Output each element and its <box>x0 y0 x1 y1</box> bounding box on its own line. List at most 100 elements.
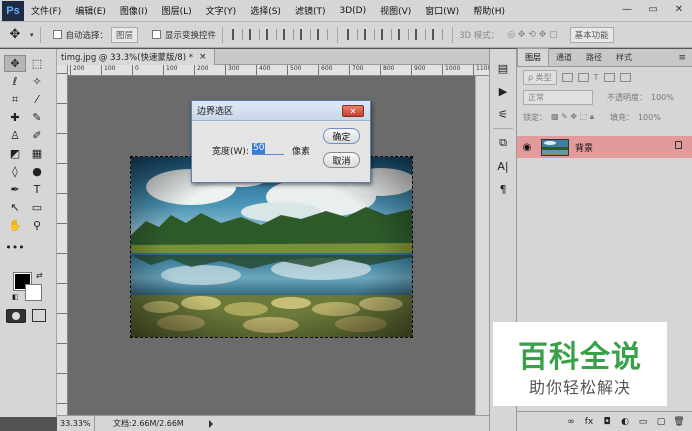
type-tool-icon[interactable]: T <box>26 181 48 198</box>
tab-channels[interactable]: 通道 <box>549 49 579 66</box>
distribute-hcenter-icon[interactable] <box>415 29 427 40</box>
zoom-tool-icon[interactable]: ⚲ <box>26 217 48 234</box>
panel-menu-icon[interactable]: ≡ <box>678 53 686 63</box>
clone-stamp-tool-icon[interactable]: ♙ <box>4 127 26 144</box>
kind-filter-dropdown[interactable]: ρ 类型 <box>523 69 557 85</box>
paragraph-panel-icon[interactable]: ¶ <box>493 180 513 198</box>
tab-paths[interactable]: 路径 <box>579 49 609 66</box>
preset-dropdown-icon[interactable]: ▾ <box>30 31 34 39</box>
filter-type-icon[interactable]: T <box>594 73 599 82</box>
zoom-level-field[interactable]: 33.33% <box>57 415 95 431</box>
eyedropper-tool-icon[interactable]: ⁄ <box>26 91 48 108</box>
tab-layers[interactable]: 图层 <box>517 48 549 66</box>
checkbox-box[interactable] <box>52 30 62 39</box>
crop-tool-icon[interactable]: ⌗ <box>4 91 26 108</box>
move-tool-preset-icon[interactable]: ✥ <box>0 27 30 42</box>
distribute-right-icon[interactable] <box>432 29 444 40</box>
auto-select-checkbox[interactable]: 自动选择： <box>52 29 108 41</box>
cancel-button[interactable]: 取消 <box>323 152 360 168</box>
menu-select[interactable]: 选择(S) <box>243 4 288 17</box>
history-icon[interactable]: ▤ <box>493 59 513 77</box>
quick-mask-icon[interactable] <box>6 309 26 323</box>
menu-edit[interactable]: 编辑(E) <box>68 4 113 17</box>
actions-play-icon[interactable]: ▶ <box>493 82 513 100</box>
menu-window[interactable]: 窗口(W) <box>418 4 466 17</box>
rectangular-marquee-tool-icon[interactable]: ⬚ <box>26 55 48 72</box>
eye-icon[interactable]: ◉ <box>517 142 537 153</box>
align-left-icon[interactable] <box>283 29 295 40</box>
opacity-value[interactable]: 100% <box>651 93 674 102</box>
more-tools-icon[interactable]: ••• <box>4 239 26 256</box>
filter-adjustment-icon[interactable] <box>577 72 589 82</box>
tab-styles[interactable]: 样式 <box>609 49 639 66</box>
align-top-icon[interactable] <box>232 29 244 40</box>
distribute-bottom-icon[interactable] <box>381 29 393 40</box>
menu-file[interactable]: 文件(F) <box>24 4 68 17</box>
3d-tools-icon[interactable]: ◎ ✥ ⟲ ✥ ▢ <box>507 30 557 40</box>
screen-mode-icon[interactable] <box>32 309 46 322</box>
eraser-tool-icon[interactable]: ◩ <box>4 145 26 162</box>
close-window-button[interactable]: ✕ <box>666 0 692 18</box>
path-selection-tool-icon[interactable]: ↖ <box>4 199 26 216</box>
swap-colors-icon[interactable]: ⇄ <box>36 271 43 280</box>
checkbox-box[interactable] <box>152 30 162 39</box>
menu-image[interactable]: 图像(I) <box>113 4 155 17</box>
brush-settings-icon[interactable]: ⚟ <box>493 105 513 123</box>
vertical-scrollbar[interactable] <box>475 76 489 415</box>
blur-tool-icon[interactable]: ◊ <box>4 163 26 180</box>
gradient-tool-icon[interactable]: ▦ <box>26 145 48 162</box>
distribute-left-icon[interactable] <box>398 29 410 40</box>
character-panel-icon[interactable]: A| <box>493 157 513 175</box>
group-icon[interactable]: ▭ <box>638 417 648 427</box>
close-tab-icon[interactable]: × <box>199 52 207 62</box>
align-right-icon[interactable] <box>317 29 329 40</box>
menu-type[interactable]: 文字(Y) <box>199 4 244 17</box>
menu-filter[interactable]: 滤镜(T) <box>288 4 333 17</box>
pen-tool-icon[interactable]: ✒ <box>4 181 26 198</box>
healing-brush-tool-icon[interactable]: ✚ <box>4 109 26 126</box>
distribute-vcenter-icon[interactable] <box>364 29 376 40</box>
mask-icon[interactable]: ◘ <box>602 417 612 427</box>
maximize-button[interactable]: ▭ <box>640 0 666 18</box>
menu-layer[interactable]: 图层(L) <box>155 4 199 17</box>
show-transform-checkbox[interactable]: 显示变换控件 <box>152 29 216 41</box>
filter-pixel-icon[interactable] <box>561 72 573 82</box>
menu-view[interactable]: 视图(V) <box>373 4 418 17</box>
shape-tool-icon[interactable]: ▭ <box>26 199 48 216</box>
brush-tool-icon[interactable]: ✎ <box>26 109 48 126</box>
menu-3d[interactable]: 3D(D) <box>332 6 373 16</box>
document-tab[interactable]: timg.jpg @ 33.3%(快速蒙版/8) * × <box>57 49 215 65</box>
filter-shape-icon[interactable] <box>603 72 615 82</box>
blend-mode-dropdown[interactable]: 正常 <box>523 89 593 105</box>
background-color-swatch[interactable] <box>25 284 42 301</box>
ok-button[interactable]: 确定 <box>323 128 360 144</box>
hand-tool-icon[interactable]: ✋ <box>4 217 26 234</box>
default-colors-icon[interactable]: ◧ <box>12 293 19 301</box>
fill-value[interactable]: 100% <box>638 113 661 122</box>
align-hcenter-icon[interactable] <box>300 29 312 40</box>
adjustment-icon[interactable]: ◐ <box>620 417 630 427</box>
align-bottom-icon[interactable] <box>266 29 278 40</box>
lock-icons[interactable]: ▩ ✎ ✥ ⬚ 🔒︎ <box>551 112 594 122</box>
menu-help[interactable]: 帮助(H) <box>466 4 512 17</box>
new-layer-icon[interactable]: ▢ <box>656 417 666 427</box>
workspace-dropdown[interactable]: 基本功能 <box>569 26 614 43</box>
magic-wand-tool-icon[interactable]: ✧ <box>26 73 48 90</box>
history-brush-tool-icon[interactable]: ✐ <box>26 127 48 144</box>
minimize-button[interactable]: — <box>614 0 640 18</box>
dialog-close-button[interactable]: ✕ <box>342 105 364 117</box>
trash-icon[interactable]: 🗑︎ <box>673 417 684 427</box>
auto-select-target-dropdown[interactable]: 图层 <box>111 26 139 43</box>
filter-smart-icon[interactable] <box>619 72 631 82</box>
status-menu-arrow-icon[interactable] <box>209 420 213 428</box>
clone-source-icon[interactable]: ⧉ <box>493 134 513 152</box>
dodge-tool-icon[interactable]: ● <box>26 163 48 180</box>
align-vcenter-icon[interactable] <box>249 29 261 40</box>
distribute-top-icon[interactable] <box>347 29 359 40</box>
document-image[interactable] <box>131 157 412 337</box>
move-tool-icon[interactable]: ✥ <box>4 55 26 72</box>
lasso-tool-icon[interactable]: ℓ <box>4 73 26 90</box>
link-icon[interactable]: ∞ <box>566 417 576 427</box>
layer-row-background[interactable]: ◉ 背景 <box>517 136 692 158</box>
fx-icon[interactable]: fx <box>584 417 594 427</box>
